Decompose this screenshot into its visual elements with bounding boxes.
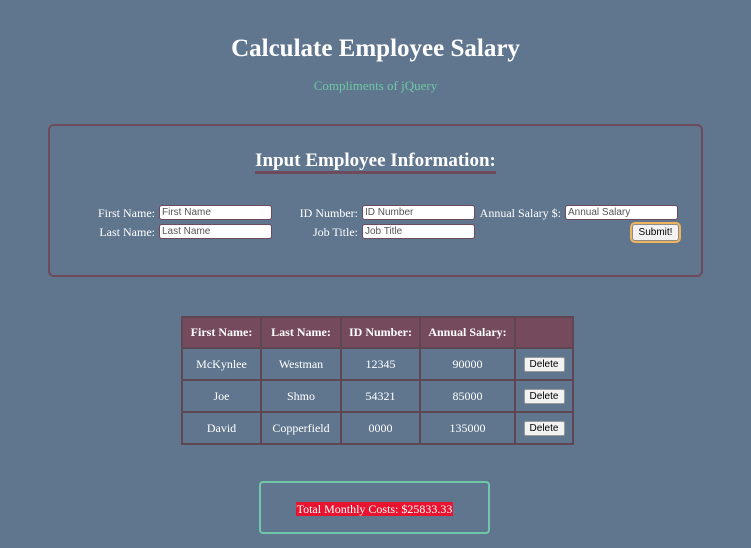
job-title-label: Job Title: xyxy=(312,225,358,239)
cell-id-number: 12345 xyxy=(340,347,421,381)
page-title: Calculate Employee Salary xyxy=(231,35,520,62)
table-header-row: First Name: Last Name: ID Number: Annual… xyxy=(181,316,574,349)
header-actions xyxy=(514,316,574,349)
cell-last-name: Westman xyxy=(260,347,342,381)
table-row: McKynlee Westman 12345 90000 Delete xyxy=(181,347,574,381)
last-name-label: Last Name: xyxy=(99,225,155,239)
delete-button[interactable]: Delete xyxy=(523,389,565,404)
id-number-input[interactable] xyxy=(362,205,475,220)
form-heading: Input Employee Information: xyxy=(50,150,701,174)
cell-first-name: David xyxy=(181,411,262,445)
cell-last-name: Copperfield xyxy=(260,411,342,445)
submit-button[interactable]: Submit! xyxy=(632,224,679,241)
page-subtitle: Compliments of jQuery xyxy=(313,78,438,93)
delete-button[interactable]: Delete xyxy=(523,421,565,436)
total-costs-text: Total Monthly Costs: $25833.33 xyxy=(295,502,454,516)
total-costs-box: Total Monthly Costs: $25833.33 xyxy=(259,481,490,534)
job-title-input[interactable] xyxy=(362,224,475,239)
cell-first-name: McKynlee xyxy=(181,347,262,381)
annual-salary-label: Annual Salary $: xyxy=(479,206,561,220)
id-number-label: ID Number: xyxy=(299,206,358,220)
cell-actions: Delete xyxy=(514,347,574,381)
cell-annual-salary: 135000 xyxy=(419,411,516,445)
form-heading-text: Input Employee Information: xyxy=(255,150,496,174)
table-row: David Copperfield 0000 135000 Delete xyxy=(181,411,574,445)
header-first-name: First Name: xyxy=(181,316,262,349)
header-id-number: ID Number: xyxy=(340,316,421,349)
last-name-input[interactable] xyxy=(159,224,272,239)
cell-id-number: 0000 xyxy=(340,411,421,445)
first-name-label: First Name: xyxy=(98,206,155,220)
cell-actions: Delete xyxy=(514,379,574,413)
cell-actions: Delete xyxy=(514,411,574,445)
delete-button[interactable]: Delete xyxy=(523,357,565,372)
header-annual-salary: Annual Salary: xyxy=(419,316,516,349)
header-last-name: Last Name: xyxy=(260,316,342,349)
cell-last-name: Shmo xyxy=(260,379,342,413)
cell-annual-salary: 90000 xyxy=(419,347,516,381)
annual-salary-input[interactable] xyxy=(565,205,678,220)
cell-first-name: Joe xyxy=(181,379,262,413)
cell-id-number: 54321 xyxy=(340,379,421,413)
employee-table: First Name: Last Name: ID Number: Annual… xyxy=(181,316,574,445)
total-costs: Total Monthly Costs: $25833.33 xyxy=(261,502,488,516)
table-row: Joe Shmo 54321 85000 Delete xyxy=(181,379,574,413)
cell-annual-salary: 85000 xyxy=(419,379,516,413)
first-name-input[interactable] xyxy=(159,205,272,220)
employee-input-form: Input Employee Information: First Name: … xyxy=(48,124,703,277)
